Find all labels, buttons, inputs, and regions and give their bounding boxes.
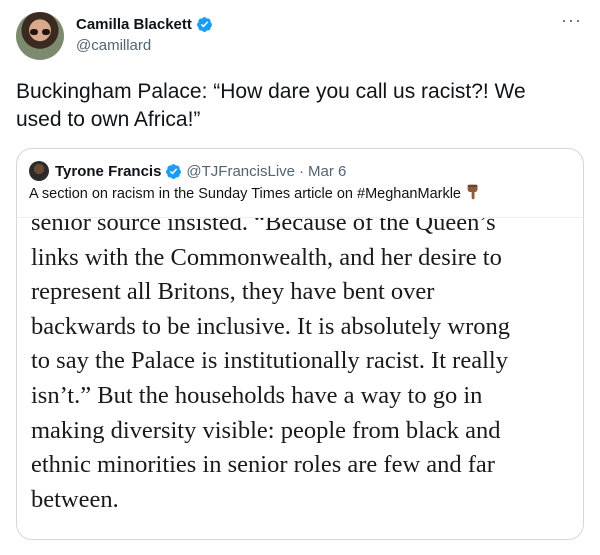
author-handle[interactable]: @camillard: [76, 37, 151, 54]
quoted-tweet[interactable]: Tyrone Francis @TJFrancisLive · Mar 6 A …: [16, 148, 584, 540]
author-display-name[interactable]: Camilla Blackett: [76, 16, 192, 33]
article-text: senior source insisted. “Because of the …: [31, 217, 511, 513]
verified-badge-icon: [166, 163, 182, 179]
quoted-tweet-header: Tyrone Francis @TJFrancisLive · Mar 6: [29, 161, 346, 181]
more-horizontal-icon[interactable]: ···: [561, 10, 582, 31]
quoted-display-name[interactable]: Tyrone Francis: [55, 163, 161, 180]
pointing-down-hand-icon: [467, 184, 478, 200]
quoted-date[interactable]: Mar 6: [308, 163, 346, 180]
article-screenshot-image[interactable]: senior source insisted. “Because of the …: [17, 217, 583, 539]
quoted-tweet-text: A section on racism in the Sunday Times …: [29, 183, 482, 202]
quoted-handle[interactable]: @TJFrancisLive: [186, 163, 295, 180]
author-name-row: Camilla Blackett: [76, 16, 213, 33]
quoted-avatar[interactable]: [29, 161, 49, 181]
avatar[interactable]: [16, 12, 64, 60]
quoted-text-content: A section on racism in the Sunday Times …: [29, 186, 461, 202]
separator-dot: ·: [299, 162, 305, 180]
tweet-text: Buckingham Palace: “How dare you call us…: [16, 80, 526, 131]
verified-badge-icon: [196, 17, 212, 32]
